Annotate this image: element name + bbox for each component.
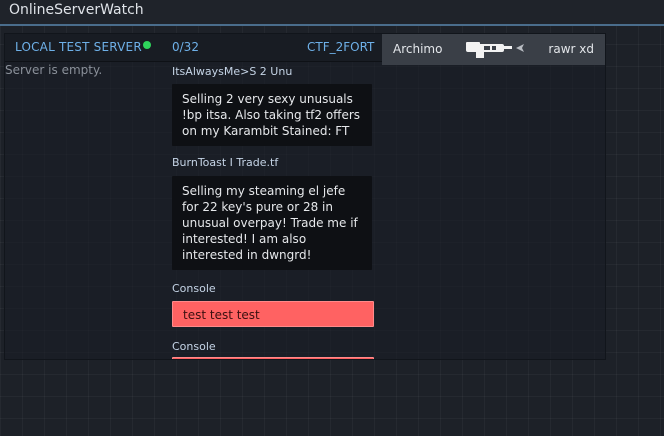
chat-author: BurnToast I Trade.tf [172, 156, 279, 169]
title-bar: OnlineServerWatch [0, 0, 664, 26]
chat-message: Selling my steaming el jefe for 22 key's… [172, 176, 372, 270]
server-row[interactable]: LOCAL TEST SERVER 0/32 CTF_2FORT [5, 34, 382, 62]
chat-author: ItsAlwaysMe>S 2 Unu [172, 65, 293, 78]
kill-feed-entry: Archimo rawr xd [382, 34, 605, 65]
chat-author: Console [172, 340, 216, 353]
console-message: test test test [172, 301, 374, 327]
status-online-icon [143, 41, 151, 49]
server-panel: LOCAL TEST SERVER 0/32 CTF_2FORT Archimo… [4, 33, 606, 360]
player-count: 0/32 [172, 40, 199, 54]
server-name: LOCAL TEST SERVER [15, 40, 142, 54]
shotgun-icon [464, 37, 528, 65]
console-message [172, 357, 374, 359]
app-title: OnlineServerWatch [9, 2, 144, 18]
killer-name: Archimo [393, 42, 443, 56]
chat-message: Selling 2 very sexy unusuals !bp itsa. A… [172, 84, 372, 146]
server-empty-message: Server is empty. [5, 63, 103, 77]
chat-author: Console [172, 282, 216, 295]
map-name: CTF_2FORT [307, 40, 375, 54]
victim-name: rawr xd [548, 42, 594, 56]
